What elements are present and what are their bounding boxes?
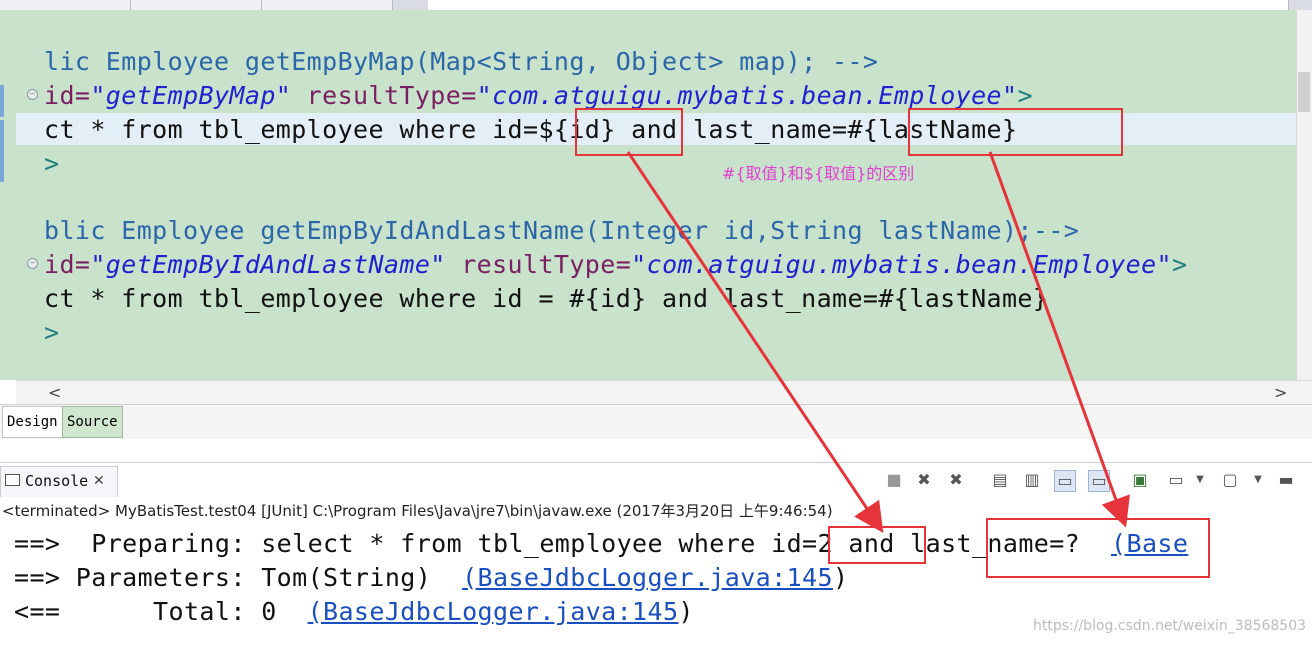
arrow-hash-to-placeholder [988, 151, 1130, 528]
annotation-arrows [626, 151, 1130, 533]
watermark: https://blog.csdn.net/weixin_38568503 [1033, 618, 1307, 634]
arrow-dollar-to-id [626, 151, 884, 533]
